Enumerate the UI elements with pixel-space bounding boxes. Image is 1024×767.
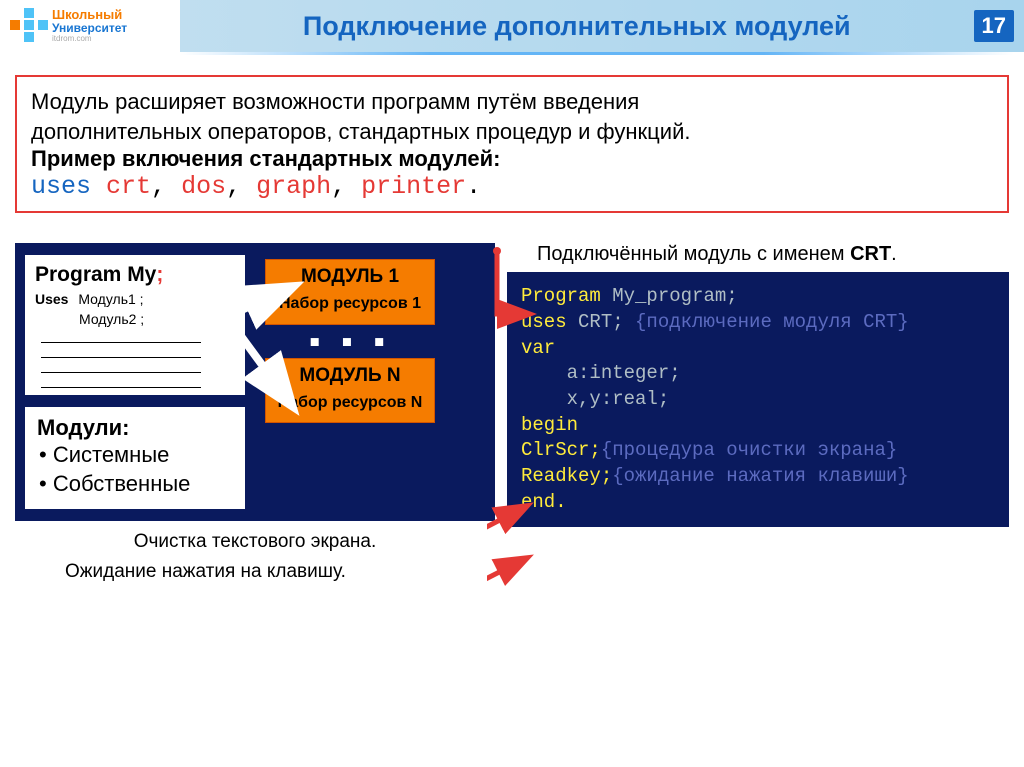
logo-icon xyxy=(10,8,46,44)
module-n-title: МОДУЛЬ N xyxy=(272,365,428,387)
module-1-box: МОДУЛЬ 1 Набор ресурсов 1 xyxy=(265,259,435,324)
module-n-box: МОДУЛЬ N Набор ресурсов N xyxy=(265,358,435,423)
uses-code-line: uses crt, dos, graph, printer. xyxy=(31,172,993,201)
module-n-sub: Набор ресурсов N xyxy=(272,393,428,412)
crt-caption: Подключённый модуль с именем CRT. xyxy=(537,243,1009,266)
module-1-title: МОДУЛЬ 1 xyxy=(272,266,428,288)
header-bar: Школьный Университет itdrom.com Подключе… xyxy=(0,0,1024,52)
red-arrows xyxy=(487,239,547,659)
caption-clear: Очистка текстового экрана. xyxy=(15,531,495,553)
program-box: Program My; Uses Модуль1 ; Модуль2 ; xyxy=(25,255,245,395)
desc-line1: Модуль расширяет возможности программ пу… xyxy=(31,87,993,117)
module-printer: printer xyxy=(361,172,466,201)
diagram-row: Program My; Uses Модуль1 ; Модуль2 ; xyxy=(15,243,1009,582)
modules-list-title: Модули: xyxy=(37,415,233,441)
module-dos: dos xyxy=(181,172,226,201)
desc-line3: Пример включения стандартных модулей: xyxy=(31,146,993,172)
page-title: Подключение дополнительных модулей xyxy=(180,11,974,42)
modules-item-own: • Собственные xyxy=(39,470,233,499)
modules-ellipsis: ▪ ▪ ▪ xyxy=(309,323,391,360)
crt-name: CRT xyxy=(850,243,891,265)
modules-item-system: • Системные xyxy=(39,441,233,470)
program-body-lines xyxy=(41,331,235,388)
module-crt: crt xyxy=(106,172,151,201)
page-number: 17 xyxy=(974,10,1014,42)
keyword-uses: uses xyxy=(31,172,91,201)
module-graph: graph xyxy=(256,172,331,201)
modules-list-box: Модули: • Системные • Собственные xyxy=(25,407,245,508)
description-box: Модуль расширяет возможности программ пу… xyxy=(15,75,1009,213)
pascal-code-block: Program My_program; uses CRT; {подключен… xyxy=(507,272,1009,527)
uses-label: Uses xyxy=(35,291,68,307)
program-title: Program My xyxy=(35,263,156,286)
logo-line1: Школьный xyxy=(52,8,127,22)
uses-m2: Модуль2 ; xyxy=(79,311,144,327)
caption-wait: Ожидание нажатия на клавишу. xyxy=(65,561,495,583)
logo: Школьный Университет itdrom.com xyxy=(0,0,180,52)
logo-line3: itdrom.com xyxy=(52,35,127,44)
module-1-sub: Набор ресурсов 1 xyxy=(272,294,428,313)
uses-m1: Модуль1 ; xyxy=(78,291,143,307)
desc-line2: дополнительных операторов, стандартных п… xyxy=(31,117,993,147)
program-diagram: Program My; Uses Модуль1 ; Модуль2 ; xyxy=(15,243,495,520)
